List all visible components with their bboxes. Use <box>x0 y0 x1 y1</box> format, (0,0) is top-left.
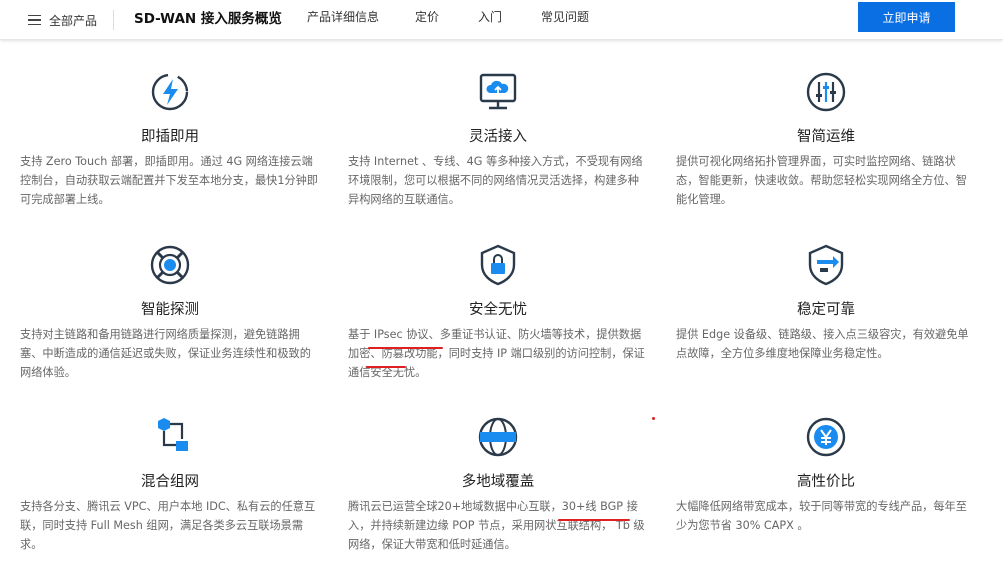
apply-now-button[interactable]: 立即申请 <box>858 2 955 32</box>
nav-getting-started[interactable]: 入门 <box>478 8 502 26</box>
sliders-icon <box>806 72 846 112</box>
shield-exchange-icon <box>808 244 844 286</box>
red-underline-annotation <box>366 366 406 368</box>
feature-title: 混合组网 <box>141 474 199 490</box>
feature-title: 灵活接入 <box>469 129 527 145</box>
all-products-label: 全部产品 <box>49 13 98 28</box>
feature-title: 稳定可靠 <box>797 302 855 318</box>
lifebuoy-icon <box>150 245 190 285</box>
feature-description: 支持对主链路和备用链路进行网络质量探测，避免链路拥塞、中断造成的通信延迟或失败，… <box>20 328 311 379</box>
feature-description: 支持 Zero Touch 部署，即插即用。通过 4G 网络连接云端控制台，自动… <box>20 155 318 206</box>
feature-title: 安全无忧 <box>469 302 527 318</box>
menu-list-icon <box>28 14 41 26</box>
nav-product-details[interactable]: 产品详细信息 <box>307 8 379 26</box>
red-dot-annotation <box>652 417 655 420</box>
nav-pricing[interactable]: 定价 <box>415 8 439 26</box>
header-divider <box>113 10 114 30</box>
feature-title: 智能探测 <box>141 302 199 318</box>
feature-description: 支持 Internet 、专线、4G 等多种接入方式，不受现有网络环境限制，您可… <box>348 155 643 206</box>
feature-description: 提供可视化网络拓扑管理界面，可实时监控网络、链路状态，智能更新，快速收敛。帮助您… <box>676 155 967 206</box>
feature-description: 基于 IPsec 协议、多重证书认证、防火墙等技术，提供数据加密、防篡改功能，同… <box>348 328 645 379</box>
feature-description: 大幅降低网络带宽成本，较于同等带宽的专线产品，每年至少为您节省 30% CAPX… <box>676 500 967 532</box>
red-underline-annotation <box>368 347 443 349</box>
lightning-plug-icon <box>151 73 189 111</box>
page-title: SD-WAN 接入服务概览 <box>134 11 282 27</box>
feature-title: 高性价比 <box>797 474 855 490</box>
feature-description: 提供 Edge 设备级、链路级、接入点三级容灾，有效避免单点故障，全方位多维度地… <box>676 328 969 360</box>
hybrid-network-icon <box>158 418 188 451</box>
feature-title: 多地域覆盖 <box>461 474 535 490</box>
top-navigation-bar: 全部产品 SD-WAN 接入服务概览 产品详细信息 定价 入门 常见问题 立即申… <box>0 0 1003 40</box>
red-underline-annotation <box>558 519 630 521</box>
shield-lock-icon <box>480 244 516 286</box>
yen-coin-icon <box>806 417 846 457</box>
feature-description: 支持各分支、腾讯云 VPC、用户本地 IDC、私有云的任意互联，同时支持 Ful… <box>20 500 316 551</box>
feature-title: 即插即用 <box>141 129 199 145</box>
all-products-menu[interactable]: 全部产品 <box>28 9 97 31</box>
feature-title: 智简运维 <box>797 129 855 145</box>
cloud-upload-monitor-icon <box>479 73 517 110</box>
feature-description: 腾讯云已运营全球20+地域数据中心互联，30+线 BGP 接入，并持续新建边缘 … <box>348 500 645 551</box>
globe-icon <box>478 417 518 457</box>
nav-faq[interactable]: 常见问题 <box>541 8 589 26</box>
